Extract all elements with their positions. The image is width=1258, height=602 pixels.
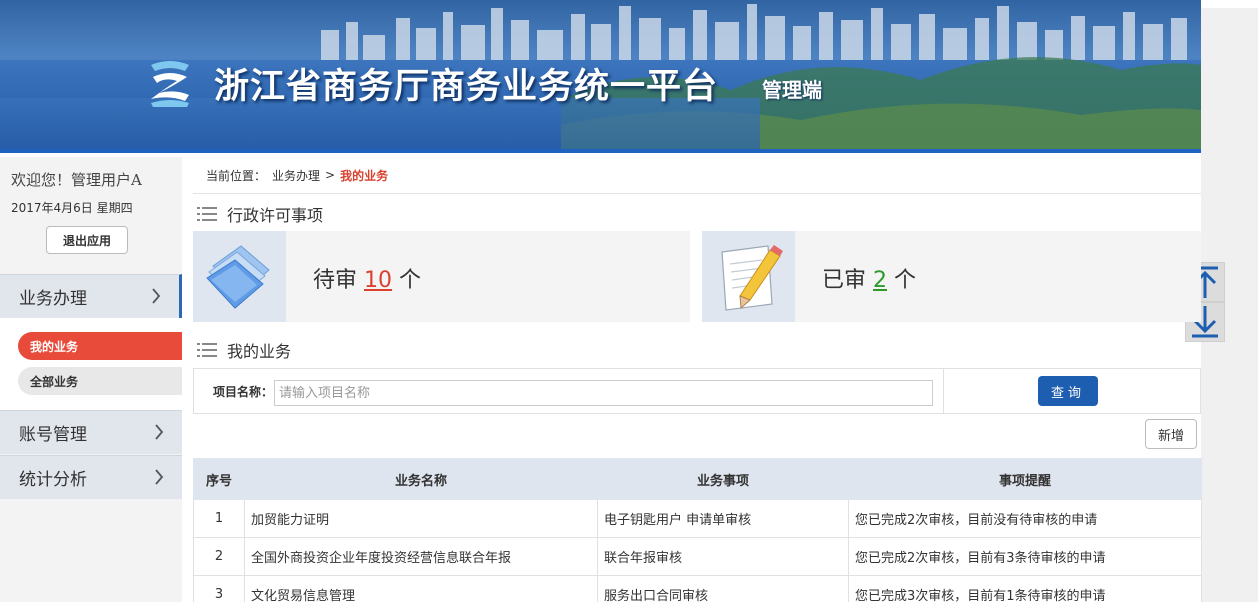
pending-text: 待审 10 个 bbox=[313, 262, 421, 294]
chevron-right-icon bbox=[155, 469, 164, 485]
row-reminder: 您已完成3次审核，目前有1条待审核的申请 bbox=[848, 575, 1202, 602]
logo-icon bbox=[151, 61, 189, 107]
row-index: 3 bbox=[193, 575, 245, 602]
reviewed-unit: 个 bbox=[894, 268, 917, 293]
chevron-right-icon bbox=[155, 424, 164, 440]
reviewed-text: 已审 2 个 bbox=[822, 262, 916, 294]
pending-label: 待审 bbox=[313, 268, 358, 293]
pending-count-link[interactable]: 10 bbox=[364, 268, 392, 293]
sidebar: 欢迎您！管理用户A 2017年4月6日 星期四 退出应用 业务办理 我的业务 全… bbox=[0, 157, 182, 602]
chevron-right-icon bbox=[152, 288, 161, 304]
folder-icon-box bbox=[193, 231, 286, 322]
header-business-name: 业务名称 bbox=[244, 458, 598, 500]
business-submenu: 我的业务 全部业务 bbox=[0, 318, 182, 410]
search-divider bbox=[943, 369, 944, 413]
table-row[interactable]: 2 全国外商投资企业年度投资经营信息联合年报 联合年报审核 您已完成2次审核，目… bbox=[193, 537, 1202, 576]
row-business-item[interactable]: 联合年报审核 bbox=[597, 537, 849, 576]
project-name-input[interactable] bbox=[274, 380, 933, 406]
reviewed-card[interactable]: 已审 2 个 bbox=[702, 231, 1201, 322]
business-table: 序号 业务名称 业务事项 事项提醒 1 加贸能力证明 电子钥匙用户 申请单审核 … bbox=[193, 458, 1202, 602]
add-button[interactable]: 新增 bbox=[1145, 419, 1197, 449]
header-banner: 浙江省商务厅商务业务统一平台 管理端 bbox=[0, 0, 1201, 153]
nav-account[interactable]: 账号管理 bbox=[0, 410, 182, 454]
nav-statistics-label: 统计分析 bbox=[19, 470, 87, 490]
welcome-text: 欢迎您！管理用户A bbox=[11, 171, 142, 189]
row-index: 2 bbox=[193, 537, 245, 576]
reviewed-count-link[interactable]: 2 bbox=[873, 268, 887, 293]
pending-card[interactable]: 待审 10 个 bbox=[193, 231, 690, 322]
list-icon bbox=[197, 207, 217, 221]
breadcrumb-prefix: 当前位置： bbox=[206, 168, 267, 183]
section-title-my-business: 我的业务 bbox=[197, 338, 291, 362]
project-name-label: 项目名称： bbox=[213, 385, 274, 399]
row-business-name[interactable]: 全国外商投资企业年度投资经营信息联合年报 bbox=[244, 537, 598, 576]
list-icon bbox=[197, 343, 217, 357]
row-business-name[interactable]: 加贸能力证明 bbox=[244, 499, 598, 538]
breadcrumb-current: 我的业务 bbox=[340, 168, 389, 183]
query-button[interactable]: 查询 bbox=[1038, 376, 1098, 406]
section-title-permits-text: 行政许可事项 bbox=[227, 206, 324, 225]
header-business-item: 业务事项 bbox=[597, 458, 849, 500]
row-business-name[interactable]: 文化贸易信息管理 bbox=[244, 575, 598, 602]
section-title-my-business-text: 我的业务 bbox=[227, 342, 292, 361]
row-index: 1 bbox=[193, 499, 245, 538]
nav-statistics[interactable]: 统计分析 bbox=[0, 455, 182, 499]
pending-unit: 个 bbox=[399, 268, 422, 293]
breadcrumb-parent-link[interactable]: 业务办理 bbox=[272, 167, 320, 184]
table-header-row: 序号 业务名称 业务事项 事项提醒 bbox=[193, 458, 1202, 500]
row-reminder: 您已完成2次审核，目前没有待审核的申请 bbox=[848, 499, 1202, 538]
current-date: 2017年4月6日 星期四 bbox=[11, 201, 133, 215]
row-business-item[interactable]: 电子钥匙用户 申请单审核 bbox=[597, 499, 849, 538]
table-row[interactable]: 3 文化贸易信息管理 服务出口合同审核 您已完成3次审核，目前有1条待审核的申请 bbox=[193, 575, 1202, 602]
folder-icon bbox=[205, 244, 270, 309]
submenu-all-business[interactable]: 全部业务 bbox=[18, 367, 182, 395]
nav-account-label: 账号管理 bbox=[19, 425, 87, 445]
table-row[interactable]: 1 加贸能力证明 电子钥匙用户 申请单审核 您已完成2次审核，目前没有待审核的申… bbox=[193, 499, 1202, 538]
search-panel: 项目名称： 查询 bbox=[193, 368, 1201, 414]
header-reminder: 事项提醒 bbox=[848, 458, 1202, 500]
row-reminder: 您已完成2次审核，目前有3条待审核的申请 bbox=[848, 537, 1202, 576]
submenu-my-business[interactable]: 我的业务 bbox=[18, 332, 182, 360]
document-pencil-icon bbox=[720, 244, 783, 311]
platform-subtitle: 管理端 bbox=[762, 78, 822, 102]
nav-business-label: 业务办理 bbox=[19, 289, 87, 309]
document-icon-box bbox=[702, 231, 795, 322]
row-business-item[interactable]: 服务出口合同审核 bbox=[597, 575, 849, 602]
platform-title: 浙江省商务厅商务业务统一平台 bbox=[214, 66, 719, 107]
breadcrumb-separator: > bbox=[325, 168, 336, 182]
logout-button[interactable]: 退出应用 bbox=[46, 226, 128, 254]
nav-business[interactable]: 业务办理 bbox=[0, 274, 182, 318]
breadcrumb: 当前位置： 业务办理 > 我的业务 bbox=[193, 157, 1201, 194]
section-title-permits: 行政许可事项 bbox=[197, 202, 323, 226]
header-index: 序号 bbox=[193, 458, 245, 500]
reviewed-label: 已审 bbox=[822, 268, 867, 293]
